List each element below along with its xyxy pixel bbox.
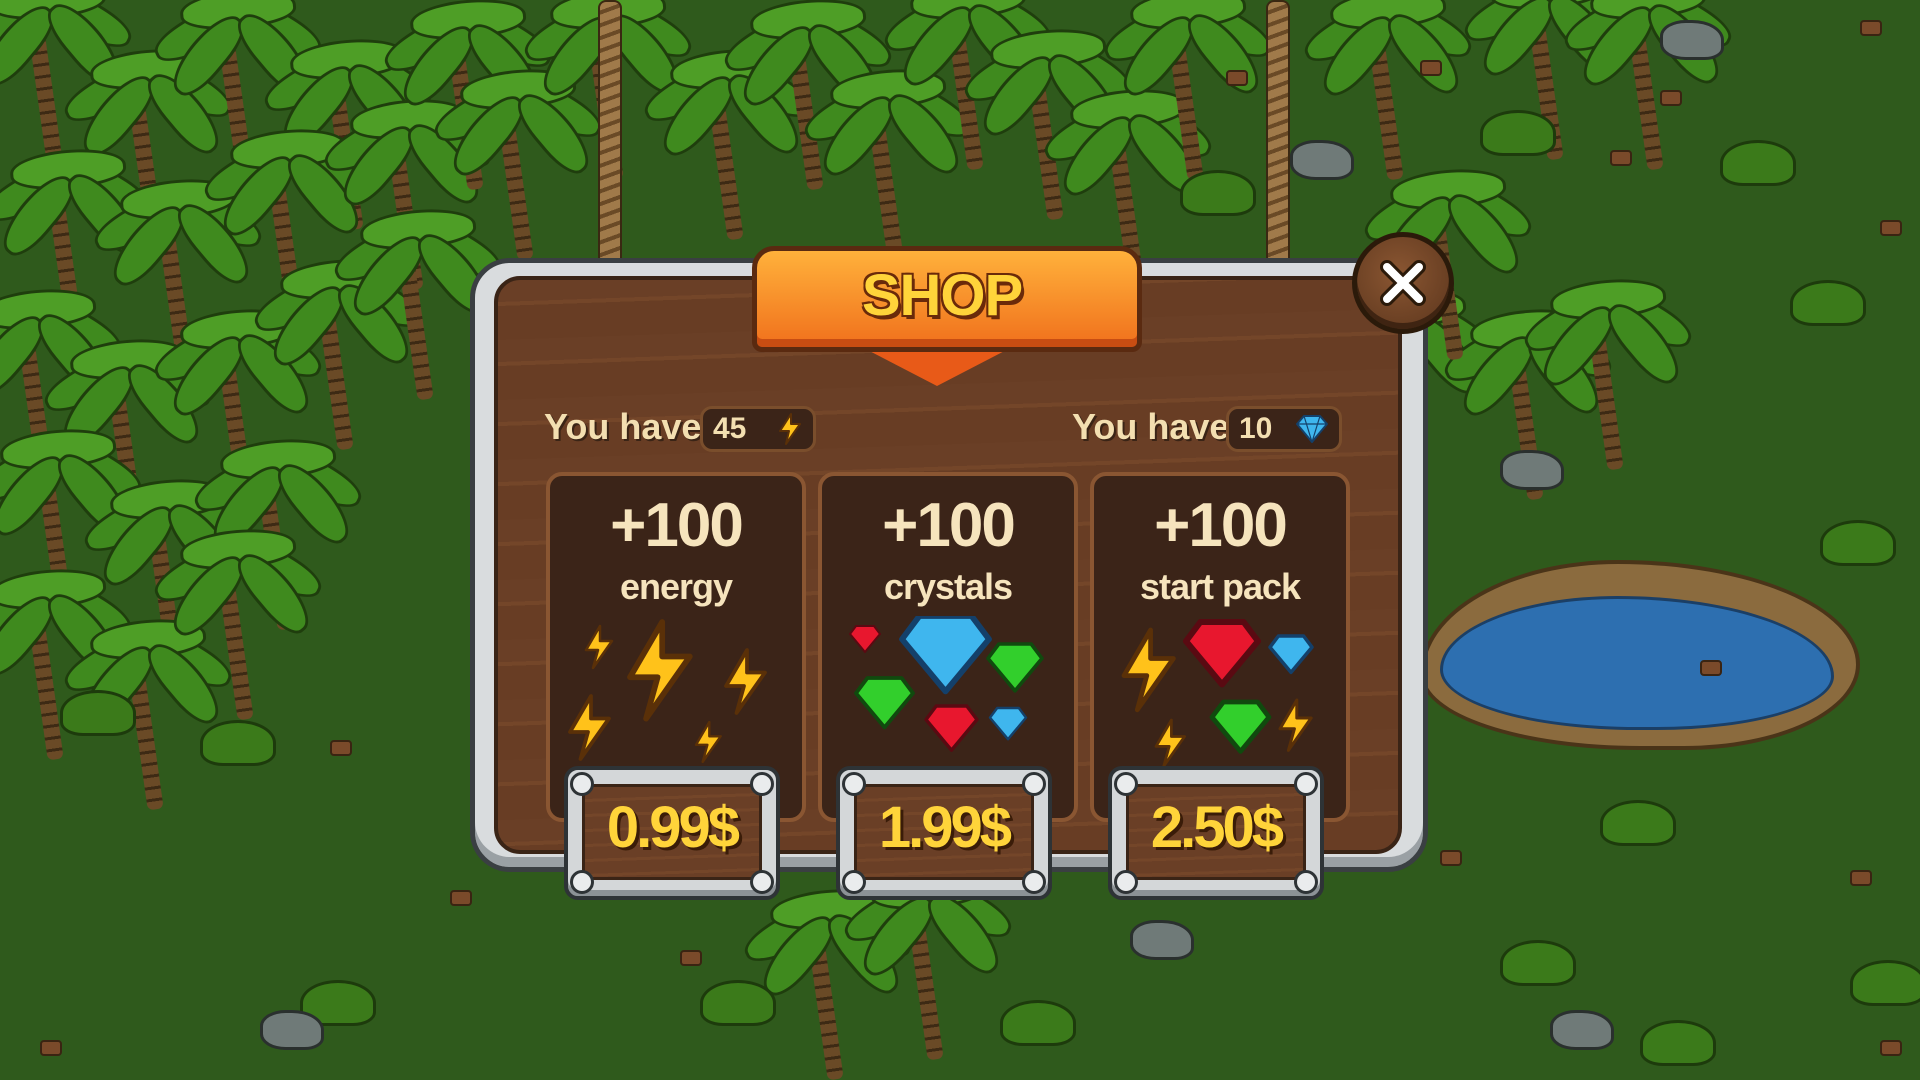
bush (700, 980, 776, 1026)
rock (1500, 450, 1564, 490)
palm-tree (1297, 0, 1479, 181)
shop-title: SHOP (861, 263, 1023, 328)
tree-stump (40, 1040, 62, 1056)
tree-stump (1420, 60, 1442, 76)
tree-stump (1850, 870, 1872, 886)
tree-stump (1610, 150, 1632, 166)
bush (200, 720, 276, 766)
crystal-balance-value: 10 (1239, 412, 1273, 445)
offer-label: crystals (883, 566, 1013, 607)
tree-stump (1860, 20, 1882, 36)
price-button-start-pack[interactable]: 2.50$ (1108, 766, 1324, 900)
bush (1500, 940, 1576, 986)
bush (1720, 140, 1796, 186)
close-button[interactable] (1352, 232, 1454, 334)
shop-title-banner: SHOP (752, 246, 1142, 386)
crystal-balance-box: 10 (1226, 406, 1342, 452)
price-label: 1.99$ (878, 795, 1012, 860)
price-label: 0.99$ (606, 795, 740, 860)
bush (1480, 110, 1556, 156)
offer-amount: +100 (610, 491, 744, 560)
offer-label: energy (619, 566, 733, 607)
bush (1820, 520, 1896, 566)
tree-stump (1880, 220, 1902, 236)
price-label: 2.50$ (1150, 795, 1284, 860)
price-button-crystals[interactable]: 1.99$ (836, 766, 1052, 900)
rock (260, 1010, 324, 1050)
rock (1660, 20, 1724, 60)
start-pack-art (1094, 616, 1314, 766)
offer-label: start pack (1139, 566, 1301, 607)
bush (1600, 800, 1676, 846)
pond (1420, 560, 1860, 750)
bush (1180, 170, 1256, 216)
lightning-bolt-icon (779, 413, 801, 445)
bush (60, 690, 136, 736)
price-button-energy[interactable]: 0.99$ (564, 766, 780, 900)
tree-stump (1226, 70, 1248, 86)
energy-balance-label: You have (544, 406, 702, 447)
bush (1640, 1020, 1716, 1066)
tree-stump (1880, 1040, 1902, 1056)
lightning-bolts-art (568, 616, 767, 764)
tree-stump (450, 890, 472, 906)
rock (1290, 140, 1354, 180)
crystals-art (849, 616, 1044, 752)
blue-crystal-icon (1296, 415, 1328, 443)
offer-amount: +100 (882, 491, 1016, 560)
tree-stump (1440, 850, 1462, 866)
tree-stump (330, 740, 352, 756)
offer-amount: +100 (1154, 491, 1288, 560)
bush (1790, 280, 1866, 326)
palm-tree (1557, 0, 1739, 171)
crystal-balance-label: You have (1072, 406, 1230, 447)
tree-stump (1660, 90, 1682, 106)
bush (1850, 960, 1920, 1006)
palm-tree (147, 520, 329, 721)
palm-tree (1517, 270, 1699, 471)
rock (1550, 1010, 1614, 1050)
bush (1000, 1000, 1076, 1046)
energy-balance-value: 45 (713, 412, 747, 445)
tree-stump (1700, 660, 1722, 676)
rock (1130, 920, 1194, 960)
tree-stump (680, 950, 702, 966)
palm-tree (1097, 0, 1279, 181)
energy-balance-box: 45 (700, 406, 816, 452)
close-x-icon (1380, 260, 1426, 306)
